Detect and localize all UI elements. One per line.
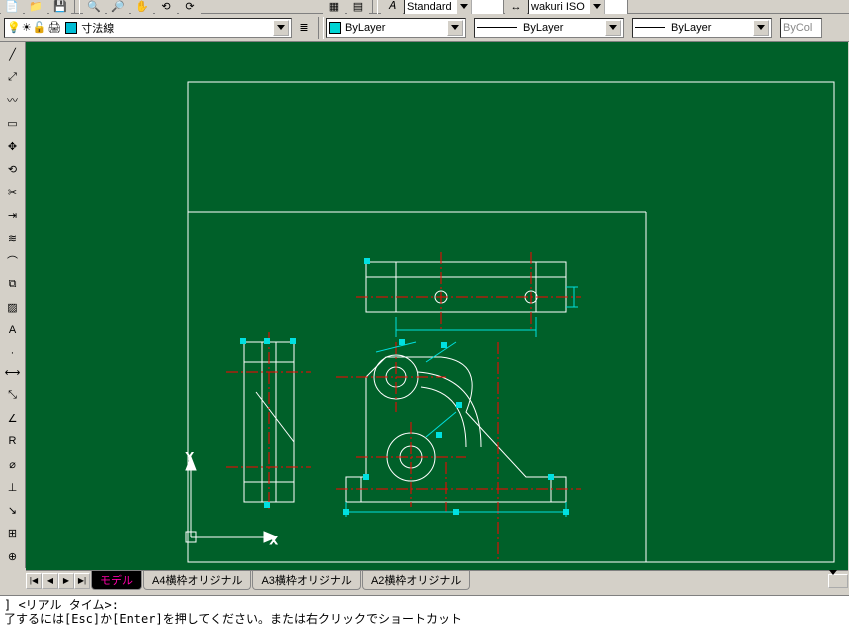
extend-tool-icon[interactable]: ⇥ xyxy=(2,204,24,226)
linetype-value: ByLayer xyxy=(523,22,563,34)
toolbar-separator xyxy=(318,17,324,39)
move-tool-icon[interactable]: ✥ xyxy=(2,135,24,157)
mirror-tool-icon[interactable]: ⧉ xyxy=(2,273,24,295)
rect-tool-icon[interactable]: ▭ xyxy=(2,112,24,134)
center-mark-icon[interactable]: ⊕ xyxy=(2,545,24,567)
tab-nav-first[interactable]: |◀ xyxy=(26,573,42,589)
command-history-line: ] <リアル タイム>: xyxy=(4,598,845,612)
layer-name: 寸法線 xyxy=(81,20,114,36)
tab-model[interactable]: モデル xyxy=(91,571,142,590)
tab-nav-last[interactable]: ▶| xyxy=(74,573,90,589)
lineweight-dropdown[interactable]: ByLayer xyxy=(632,18,772,38)
dim-angular-icon[interactable]: ∠ xyxy=(2,407,24,429)
lightbulb-icon: 💡 xyxy=(7,21,21,34)
plot-icon: 🖨 xyxy=(47,21,61,34)
tab-nav-prev[interactable]: ◀ xyxy=(42,573,58,589)
lineweight-value: ByLayer xyxy=(671,22,711,34)
text-tool-icon[interactable]: A xyxy=(2,319,24,341)
drawing-canvas[interactable]: Y X xyxy=(26,42,848,570)
linetype-preview xyxy=(477,27,517,28)
linetype-dropdown[interactable]: ByLayer xyxy=(474,18,624,38)
tab-layout[interactable]: A4横枠オリジナル xyxy=(143,571,251,590)
leader-icon[interactable]: ↘ xyxy=(2,499,24,521)
dim-ordinate-icon[interactable]: ⊥ xyxy=(2,476,24,498)
toolbar-layer-props: 💡 ☀ 🔓 🖨 寸法線 ≣ ByLayer ByLayer ByLayer By… xyxy=(0,14,849,42)
chevron-down-icon[interactable] xyxy=(273,20,289,36)
tab-nav-next[interactable]: ▶ xyxy=(58,573,74,589)
lineweight-preview xyxy=(635,27,665,28)
svg-text:X: X xyxy=(270,535,278,547)
draw-toolbar: ╱ ⤢ 〰 ▭ ✥ ⟲ ✂ ⇥ ≋ ⌒ ⧉ ▨ A · xyxy=(0,42,26,365)
command-history-line: 了するには[Esc]か[Enter]を押してください。または右クリックでショート… xyxy=(4,612,845,626)
dim-diameter-icon[interactable]: ⌀ xyxy=(2,453,24,475)
color-swatch xyxy=(329,22,341,34)
pline-tool-icon[interactable]: 〰 xyxy=(2,89,24,111)
chevron-down-icon[interactable] xyxy=(589,0,605,15)
drawing-svg: Y X xyxy=(26,42,848,570)
layer-color-swatch xyxy=(65,22,77,34)
dim-style-value: wakuri ISO xyxy=(531,1,585,13)
dim-aligned-icon[interactable]: ⤡ xyxy=(2,384,24,406)
command-line[interactable]: ] <リアル タイム>: 了するには[Esc]か[Enter]を押してください。… xyxy=(0,595,849,627)
line-tool-icon[interactable]: ╱ xyxy=(2,43,24,65)
layer-manager-icon[interactable]: ≣ xyxy=(293,17,315,39)
dimension-toolbar: ⟷ ⤡ ∠ R ⌀ ⊥ ↘ ⊞ ⊕ xyxy=(0,360,26,568)
chevron-down-icon[interactable] xyxy=(456,0,472,15)
chevron-down-icon[interactable] xyxy=(447,20,463,36)
plotstyle-dropdown[interactable]: ByCol xyxy=(780,18,822,38)
tab-layout[interactable]: A3横枠オリジナル xyxy=(252,571,360,590)
layout-tabbar: |◀ ◀ ▶ ▶| モデル A4横枠オリジナル A3横枠オリジナル A2横枠オリ… xyxy=(26,570,848,590)
layer-dropdown[interactable]: 💡 ☀ 🔓 🖨 寸法線 xyxy=(4,18,292,38)
sun-icon: ☀ xyxy=(22,21,32,34)
tolerance-icon[interactable]: ⊞ xyxy=(2,522,24,544)
plotstyle-value: ByCol xyxy=(783,22,812,34)
fillet-tool-icon[interactable]: ⌒ xyxy=(2,250,24,272)
lock-icon: 🔓 xyxy=(33,21,47,34)
chevron-down-icon[interactable] xyxy=(753,20,769,36)
tab-layout[interactable]: A2横枠オリジナル xyxy=(362,571,470,590)
layer-state-icons: 💡 ☀ 🔓 🖨 xyxy=(7,21,61,34)
offset-tool-icon[interactable]: ≋ xyxy=(2,227,24,249)
ray-tool-icon[interactable]: ⤢ xyxy=(2,66,24,88)
color-value: ByLayer xyxy=(345,22,385,34)
chevron-down-icon[interactable] xyxy=(605,20,621,36)
toolbar-top-partial: 📄 📁 💾 🔍 🔎 ✋ ⟲ ⟳ ▦ ▤ 𝐴 Standard ↔ wakuri … xyxy=(0,0,849,14)
hatch-tool-icon[interactable]: ▨ xyxy=(2,296,24,318)
rotate-tool-icon[interactable]: ⟲ xyxy=(2,158,24,180)
text-style-value: Standard xyxy=(407,1,452,13)
hscroll-right-button[interactable] xyxy=(828,574,848,588)
dim-radius-icon[interactable]: R xyxy=(2,430,24,452)
color-dropdown[interactable]: ByLayer xyxy=(326,18,466,38)
dim-linear-icon[interactable]: ⟷ xyxy=(2,361,24,383)
svg-text:Y: Y xyxy=(186,451,194,463)
trim-tool-icon[interactable]: ✂ xyxy=(2,181,24,203)
